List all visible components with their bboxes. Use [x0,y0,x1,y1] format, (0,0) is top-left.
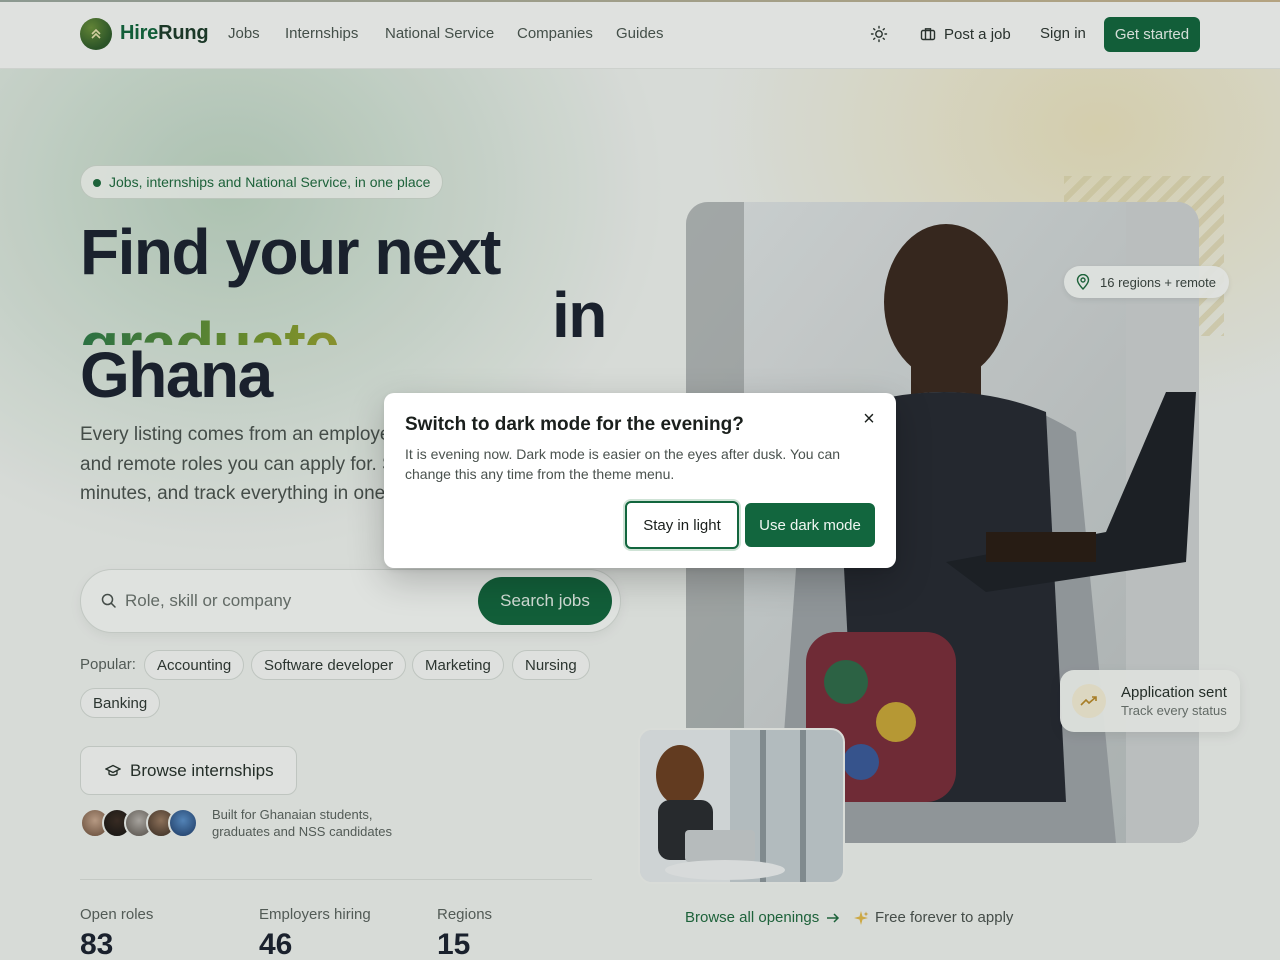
close-icon[interactable]: × [860,408,878,430]
stay-in-light-button[interactable]: Stay in light [625,501,739,549]
use-dark-mode-button[interactable]: Use dark mode [745,503,875,547]
dialog-body: It is evening now. Dark mode is easier o… [405,446,841,482]
dark-mode-dialog: Switch to dark mode for the evening? × I… [384,393,896,568]
dialog-title: Switch to dark mode for the evening? [405,414,744,435]
